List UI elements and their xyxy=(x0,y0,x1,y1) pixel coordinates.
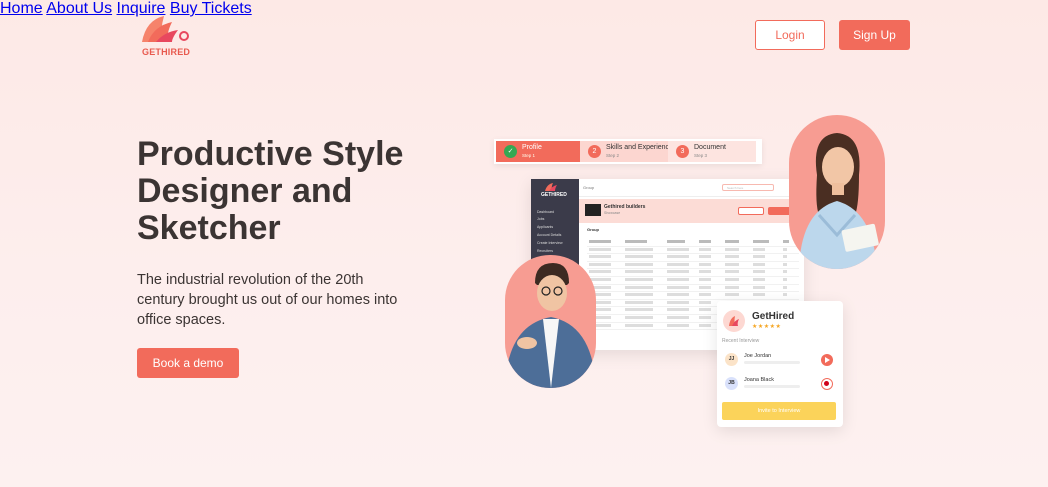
play-icon[interactable] xyxy=(821,354,833,366)
man-photo xyxy=(505,255,596,388)
step-skills: 2 Skills and Experience Step 2 xyxy=(580,141,673,162)
interviewee-name: Joana Black xyxy=(744,377,774,383)
card-subtitle: Recent Interview xyxy=(722,338,760,344)
record-icon[interactable] xyxy=(821,378,833,390)
nav-home[interactable]: Home xyxy=(0,0,43,17)
interview-row[interactable]: JB Joana Black xyxy=(725,376,837,392)
interview-row[interactable]: JJ Joe Jordan xyxy=(725,352,837,368)
company-sub: Showcase xyxy=(604,211,621,215)
logo-text: GETHIRED xyxy=(142,47,191,57)
table-row[interactable] xyxy=(587,277,799,285)
onboarding-stepper: ✓ Profile Step 1 2 Skills and Experience… xyxy=(494,139,762,164)
table-header xyxy=(587,239,799,247)
man-illustration xyxy=(505,263,596,388)
company-logo xyxy=(585,204,601,216)
table-row[interactable] xyxy=(587,269,799,277)
avatar: JJ xyxy=(725,353,738,366)
signup-button[interactable]: Sign Up xyxy=(839,20,910,50)
dashboard-search[interactable]: Search here xyxy=(722,184,774,191)
sidebar-item[interactable]: Applicants xyxy=(537,225,553,229)
table-row[interactable] xyxy=(587,262,799,270)
table-row[interactable] xyxy=(587,247,799,255)
step-title: Profile xyxy=(522,144,542,151)
dashboard-logo-icon xyxy=(545,183,557,191)
progress-bar xyxy=(744,385,800,388)
step-sub: Step 3 xyxy=(694,153,708,158)
table-row[interactable] xyxy=(587,292,799,300)
sidebar-item[interactable]: Jobs xyxy=(537,217,544,221)
dashboard-logo-text: GETHIRED xyxy=(541,192,567,198)
table-row[interactable] xyxy=(587,254,799,262)
interview-card: GetHired ★★★★★ Recent Interview JJ Joe J… xyxy=(717,301,843,427)
table-row[interactable] xyxy=(587,285,799,293)
step-number-icon: 2 xyxy=(588,145,601,158)
company-banner: Gethired builders Showcase xyxy=(579,199,804,223)
company-logo-icon xyxy=(723,310,745,332)
star-rating-icon: ★★★★★ xyxy=(752,324,782,330)
invite-to-interview-button[interactable]: Invite to Interview xyxy=(722,402,836,420)
woman-photo xyxy=(789,115,885,269)
step-title: Skills and Experience xyxy=(606,144,673,151)
book-demo-button[interactable]: Book a demo xyxy=(137,348,239,378)
step-document: 3 Document Step 3 xyxy=(668,141,756,162)
woman-illustration xyxy=(799,133,879,269)
card-title: GetHired xyxy=(752,311,795,322)
nav-about-us[interactable]: About Us xyxy=(46,0,112,17)
avatar: JB xyxy=(725,377,738,390)
login-button[interactable]: Login xyxy=(755,20,825,50)
step-sub: Step 1 xyxy=(522,153,536,158)
progress-bar xyxy=(744,361,800,364)
breadcrumb: Group xyxy=(583,185,595,190)
sidebar-item[interactable]: Dashboard xyxy=(537,210,554,214)
sidebar-item[interactable]: Account Details xyxy=(537,233,561,237)
step-sub: Step 2 xyxy=(606,153,620,158)
step-number-icon: 3 xyxy=(676,145,689,158)
sidebar-item[interactable]: Recruiters xyxy=(537,249,553,253)
step-title: Document xyxy=(694,144,726,151)
hero-title: Productive Style Designer and Sketcher xyxy=(137,135,404,247)
banner-outline-button[interactable] xyxy=(738,207,764,215)
section-title: Group xyxy=(587,227,599,232)
sidebar-item[interactable]: Create Interview xyxy=(537,241,562,245)
interviewee-name: Joe Jordan xyxy=(744,353,772,359)
check-icon: ✓ xyxy=(504,145,517,158)
step-profile: ✓ Profile Step 1 xyxy=(496,141,580,162)
hero-description: The industrial revolution of the 20th ce… xyxy=(137,272,398,328)
company-name: Gethired builders xyxy=(604,204,646,210)
